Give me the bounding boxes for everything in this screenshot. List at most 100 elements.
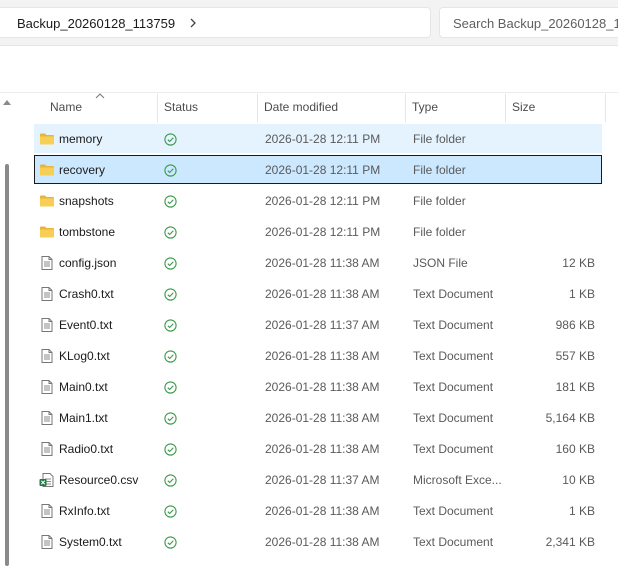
file-row-tombstone[interactable]: tombstone 2026-01-28 12:11 PM File folde… [34,217,602,246]
folder-icon [40,164,54,176]
breadcrumb-folder[interactable]: Backup_20260128_113759 [17,16,175,31]
file-type: Text Document [413,287,494,301]
file-row-snapshots[interactable]: snapshots 2026-01-28 12:11 PM File folde… [34,186,602,215]
file-date-modified: 2026-01-28 11:38 AM [265,287,380,301]
title-bar: Backup_20260128_113759 [0,0,618,46]
file-row-main1-txt[interactable]: Main1.txt 2026-01-28 11:38 AM Text Docum… [34,403,602,432]
file-name: tombstone [59,225,116,239]
scroll-up-arrow-icon[interactable] [3,100,11,105]
file-date-modified: 2026-01-28 12:11 PM [265,132,381,146]
synced-icon [164,257,177,270]
chevron-right-icon[interactable] [188,16,198,30]
synced-icon [164,474,177,487]
file-name: Crash0.txt [59,287,114,301]
column-header-type[interactable]: Type [406,94,505,122]
file-type: Text Document [413,504,494,518]
address-bar[interactable]: Backup_20260128_113759 [0,7,431,38]
synced-icon [164,412,177,425]
file-row-radio0-txt[interactable]: Radio0.txt 2026-01-28 11:38 AM Text Docu… [34,434,602,463]
file-size: 12 KB [562,256,595,270]
file-size: 557 KB [555,349,595,363]
document-icon [41,442,53,456]
file-size: 181 KB [555,380,595,394]
synced-icon [164,288,177,301]
document-icon [41,504,53,518]
file-row-recovery[interactable]: recovery 2026-01-28 12:11 PM File folder [34,155,602,184]
synced-icon [164,350,177,363]
file-row-resource0-csv[interactable]: Resource0.csv 2026-01-28 11:37 AM Micros… [34,465,602,494]
column-header-date-modified[interactable]: Date modified [258,94,405,122]
file-type: Text Document [413,442,494,456]
synced-icon [164,226,177,239]
file-type: Microsoft Exce... [413,473,502,487]
file-name: snapshots [59,194,114,208]
file-date-modified: 2026-01-28 12:11 PM [265,194,381,208]
file-date-modified: 2026-01-28 11:38 AM [265,380,380,394]
file-name: Radio0.txt [59,442,114,456]
vertical-scrollbar[interactable] [0,94,14,566]
file-row-system0-txt[interactable]: System0.txt 2026-01-28 11:38 AM Text Doc… [34,527,602,556]
file-name: recovery [59,163,106,177]
column-header-status[interactable]: Status [158,94,257,122]
search-input[interactable] [453,15,618,31]
file-size: 160 KB [555,442,595,456]
file-type: File folder [413,225,466,239]
file-size: 5,164 KB [545,411,595,425]
file-size: 1 KB [568,504,595,518]
file-name: RxInfo.txt [59,504,110,518]
file-date-modified: 2026-01-28 12:11 PM [265,163,381,177]
file-name: Main0.txt [59,380,108,394]
file-type: File folder [413,163,466,177]
file-row-rxinfo-txt[interactable]: RxInfo.txt 2026-01-28 11:38 AM Text Docu… [34,496,602,525]
file-row-memory[interactable]: memory 2026-01-28 12:11 PM File folder [34,124,602,153]
search-box[interactable] [439,7,618,38]
file-row-config-json[interactable]: config.json 2026-01-28 11:38 AM JSON Fil… [34,248,602,277]
file-row-main0-txt[interactable]: Main0.txt 2026-01-28 11:38 AM Text Docum… [34,372,602,401]
file-date-modified: 2026-01-28 11:38 AM [265,504,380,518]
document-icon [41,349,53,363]
excel-csv-icon [39,473,54,487]
file-type: Text Document [413,411,494,425]
folder-icon [40,195,54,207]
file-type: File folder [413,194,466,208]
file-type: File folder [413,132,466,146]
synced-icon [164,133,177,146]
file-name: Resource0.csv [59,473,139,487]
file-type: Text Document [413,318,494,332]
file-name: Main1.txt [59,411,108,425]
file-date-modified: 2026-01-28 12:11 PM [265,225,381,239]
file-name: System0.txt [59,535,122,549]
file-date-modified: 2026-01-28 11:38 AM [265,411,380,425]
file-name: KLog0.txt [59,349,110,363]
file-date-modified: 2026-01-28 11:37 AM [265,473,380,487]
synced-icon [164,319,177,332]
file-date-modified: 2026-01-28 11:38 AM [265,256,380,270]
synced-icon [164,195,177,208]
file-name: memory [59,132,103,146]
document-icon [41,318,53,332]
file-row-crash0-txt[interactable]: Crash0.txt 2026-01-28 11:38 AM Text Docu… [34,279,602,308]
folder-icon [40,133,54,145]
file-row-klog0-txt[interactable]: KLog0.txt 2026-01-28 11:38 AM Text Docum… [34,341,602,370]
column-divider[interactable] [605,94,606,122]
file-type: Text Document [413,349,494,363]
document-icon [41,287,53,301]
file-name: Event0.txt [59,318,113,332]
synced-icon [164,536,177,549]
file-type: Text Document [413,380,494,394]
file-date-modified: 2026-01-28 11:38 AM [265,535,380,549]
document-icon [41,256,53,270]
file-size: 1 KB [568,287,595,301]
synced-icon [164,164,177,177]
file-size: 2,341 KB [545,535,595,549]
scrollbar-thumb[interactable] [5,164,9,566]
file-type: JSON File [413,256,468,270]
file-date-modified: 2026-01-28 11:38 AM [265,349,380,363]
file-row-event0-txt[interactable]: Event0.txt 2026-01-28 11:37 AM Text Docu… [34,310,602,339]
command-bar [0,47,618,93]
synced-icon [164,381,177,394]
column-header-name[interactable]: Name [44,94,157,122]
file-size: 986 KB [555,318,595,332]
synced-icon [164,443,177,456]
column-header-size[interactable]: Size [506,94,605,122]
